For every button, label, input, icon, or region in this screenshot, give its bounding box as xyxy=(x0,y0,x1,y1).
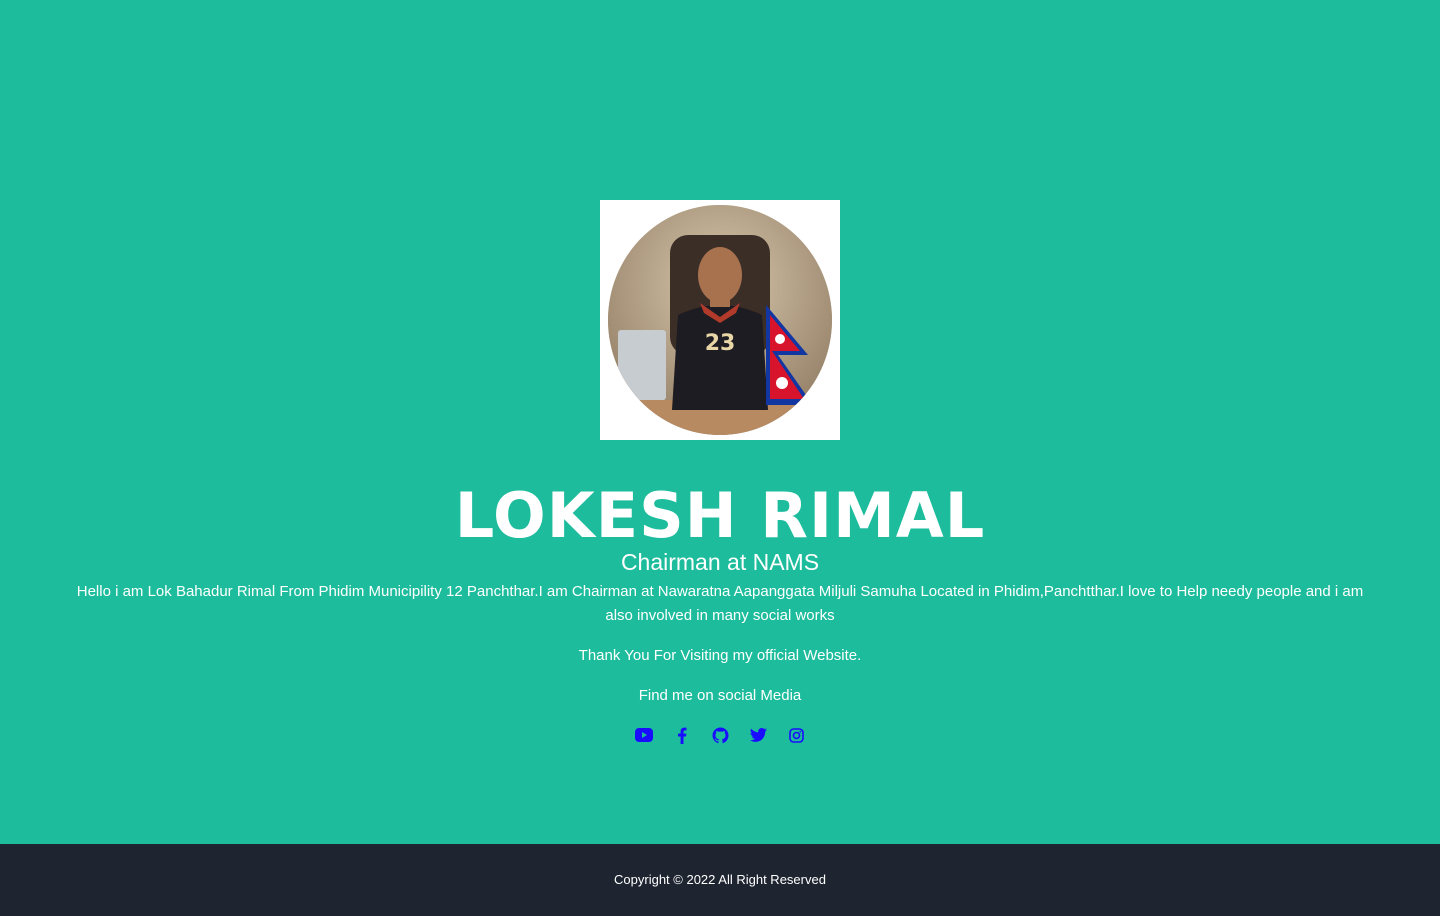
thanks-message: Thank You For Visiting my official Websi… xyxy=(578,647,862,664)
svg-text:23: 23 xyxy=(705,331,736,356)
profile-photo-frame: 23 xyxy=(600,200,840,440)
profile-name: LOKESH RIMAL xyxy=(454,479,986,552)
youtube-icon xyxy=(635,728,653,742)
instagram-icon xyxy=(788,727,804,743)
social-links xyxy=(0,726,1440,746)
twitter-link[interactable] xyxy=(749,726,767,744)
copyright-text: Copyright © 2022 All Right Reserved xyxy=(614,872,826,887)
profile-photo: 23 xyxy=(608,205,832,435)
github-icon xyxy=(711,727,729,743)
find-me-label: Find me on social Media xyxy=(638,687,802,704)
profile-title: Chairman at NAMS xyxy=(620,549,820,575)
twitter-icon xyxy=(749,728,767,742)
facebook-icon xyxy=(678,727,687,744)
facebook-link[interactable] xyxy=(673,726,691,744)
instagram-link[interactable] xyxy=(787,726,805,744)
github-link[interactable] xyxy=(711,726,729,744)
profile-photo-image: 23 xyxy=(608,205,832,435)
youtube-link[interactable] xyxy=(635,726,653,744)
profile-bio: Hello i am Lok Bahadur Rimal From Phidim… xyxy=(76,583,1364,624)
hero-section: 23 LOKESH RIMAL Chairman at NAMS Hello i… xyxy=(0,0,1440,844)
